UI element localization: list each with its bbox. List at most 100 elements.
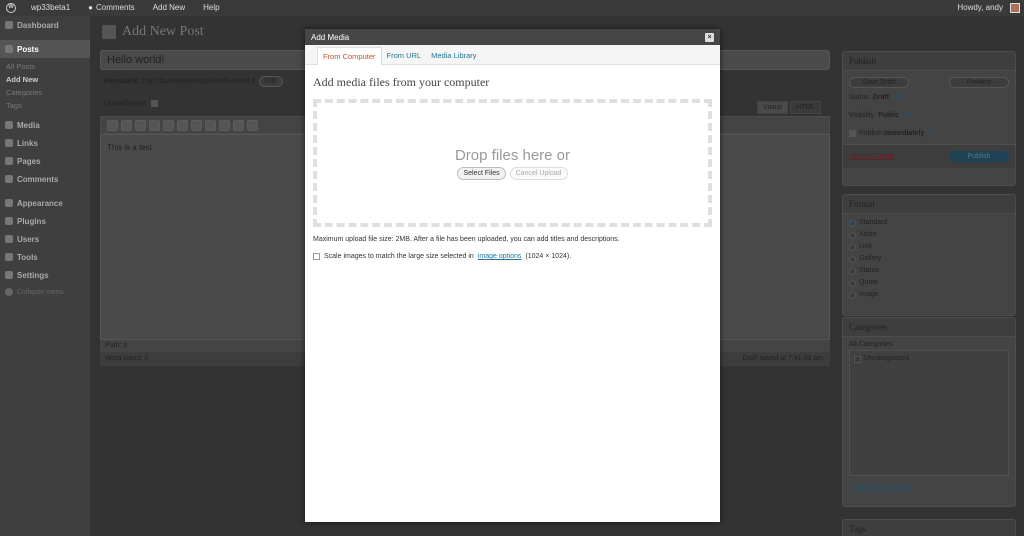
tab-from-url[interactable]: From URL [382, 47, 427, 64]
admin-bar-help[interactable]: Help [194, 0, 228, 16]
dialog-heading: Add media files from your computer [313, 75, 490, 89]
format-status[interactable]: Status [843, 265, 1015, 277]
menu-media[interactable]: Media [0, 116, 90, 134]
dialog-titlebar: Add Media × [305, 29, 720, 45]
format-box-title: Format [843, 195, 1015, 214]
format-standard[interactable]: Standard [843, 217, 1015, 229]
format-image[interactable]: Image [843, 289, 1015, 301]
move-to-trash-link[interactable]: Move to Trash [849, 153, 893, 160]
preview-button[interactable]: Preview [949, 77, 1009, 88]
drop-zone[interactable]: Drop files here or Select Files Cancel U… [313, 99, 712, 227]
menu-tools[interactable]: Tools [0, 248, 90, 266]
radio[interactable] [849, 291, 856, 299]
format-link[interactable]: Link [843, 241, 1015, 253]
numbered-list-icon[interactable] [163, 119, 174, 131]
italic-icon[interactable] [121, 119, 132, 131]
posts-submenu: All Posts Add New Categories Tags [0, 58, 90, 116]
visibility-edit-link[interactable]: Edit [901, 112, 913, 119]
calendar-icon [849, 129, 856, 137]
admin-bar-comments[interactable]: ● Comments [79, 0, 144, 16]
menu-dashboard[interactable]: Dashboard [0, 16, 90, 34]
radio[interactable] [849, 243, 856, 251]
submenu-categories[interactable]: Categories [6, 86, 90, 99]
menu-settings[interactable]: Settings [0, 266, 90, 284]
format-gallery[interactable]: Gallery [843, 253, 1015, 265]
tab-html[interactable]: HTML [789, 101, 822, 114]
submenu-add-new[interactable]: Add New [6, 73, 90, 86]
settings-icon [5, 271, 13, 279]
align-center-icon[interactable] [205, 119, 216, 131]
menu-users[interactable]: Users [0, 230, 90, 248]
drop-text: Drop files here or [454, 146, 571, 164]
submenu-tags[interactable]: Tags [6, 99, 90, 112]
permalink-slug: hello-world-2 [215, 78, 256, 85]
tab-all-categories[interactable]: All Categories [843, 337, 1015, 350]
media-tabs: From Computer From URL Media Library [305, 45, 720, 65]
avatar [1010, 3, 1020, 13]
permalink: Permalink: http://bumblebee/wp33/hello-w… [104, 76, 283, 87]
save-draft-button[interactable]: Save Draft [849, 77, 909, 88]
bold-icon[interactable] [107, 119, 118, 131]
format-box: Format Standard Aside Link Gallery Statu… [842, 194, 1016, 316]
menu-comments[interactable]: Comments [0, 170, 90, 188]
tab-from-computer[interactable]: From Computer [317, 47, 382, 65]
schedule-row: Publish immediately Edit [843, 128, 1015, 140]
radio[interactable] [849, 231, 856, 239]
blockquote-icon[interactable] [177, 119, 188, 131]
scale-images-option: Scale images to match the large size sel… [305, 243, 720, 260]
tools-icon [5, 253, 13, 261]
format-quote[interactable]: Quote [843, 277, 1015, 289]
visibility-row: Visibility: Public Edit [849, 112, 914, 119]
admin-bar-site-name[interactable]: wp33beta1 [22, 0, 79, 16]
schedule-edit-link[interactable]: Edit [926, 130, 938, 137]
radio[interactable] [849, 279, 856, 287]
menu-plugins[interactable]: Plugins [0, 212, 90, 230]
page-title: Add New Post [102, 24, 204, 40]
wordpress-logo-icon[interactable]: W [0, 0, 22, 16]
add-media-dialog: Add Media × From Computer From URL Media… [305, 29, 720, 522]
menu-links[interactable]: Links [0, 134, 90, 152]
link-icon[interactable] [233, 119, 244, 131]
collapse-icon [5, 288, 13, 296]
category-list: Uncategorized [849, 350, 1009, 476]
unlink-icon[interactable] [247, 119, 258, 131]
category-checkbox[interactable] [854, 356, 861, 363]
bullet-list-icon[interactable] [149, 119, 160, 131]
categories-box-title: Categories [843, 318, 1015, 337]
align-left-icon[interactable] [191, 119, 202, 131]
permalink-edit-button[interactable]: Edit [258, 76, 283, 87]
radio-selected[interactable] [849, 219, 856, 227]
close-icon[interactable]: × [705, 32, 714, 42]
strikethrough-icon[interactable] [135, 119, 146, 131]
select-files-button[interactable]: Select Files [457, 166, 506, 180]
admin-bar-add-new[interactable]: Add New [144, 0, 194, 16]
dialog-title: Add Media [311, 32, 350, 42]
status-row: Status: Draft Edit [849, 94, 904, 101]
radio[interactable] [849, 255, 856, 263]
menu-pages[interactable]: Pages [0, 152, 90, 170]
radio[interactable] [849, 267, 856, 275]
submenu-all-posts[interactable]: All Posts [6, 60, 90, 73]
upload-insert[interactable]: Upload/Insert [104, 100, 161, 107]
collapse-menu[interactable]: Collapse menu [0, 284, 90, 300]
admin-bar-account[interactable]: Howdy, andy [948, 0, 1024, 16]
align-right-icon[interactable] [219, 119, 230, 131]
category-uncategorized: Uncategorized [864, 355, 910, 362]
add-new-category-link[interactable]: + Add New Category [843, 476, 1015, 499]
publish-button[interactable]: Publish [949, 151, 1009, 162]
posts-icon [5, 45, 13, 53]
status-edit-link[interactable]: Edit [891, 94, 903, 101]
appearance-icon [5, 199, 13, 207]
tab-visual[interactable]: Visual [757, 101, 788, 114]
tab-media-library[interactable]: Media Library [426, 47, 481, 64]
publish-box-title: Publish [843, 52, 1015, 71]
media-icon [5, 121, 13, 129]
image-options-link[interactable]: image options [478, 253, 522, 260]
plugins-icon [5, 217, 13, 225]
cancel-upload-button[interactable]: Cancel Upload [509, 166, 568, 180]
media-upload-icon[interactable] [150, 100, 158, 107]
menu-posts[interactable]: Posts [0, 40, 96, 58]
format-aside[interactable]: Aside [843, 229, 1015, 241]
menu-appearance[interactable]: Appearance [0, 194, 90, 212]
scale-images-checkbox[interactable] [313, 253, 320, 260]
